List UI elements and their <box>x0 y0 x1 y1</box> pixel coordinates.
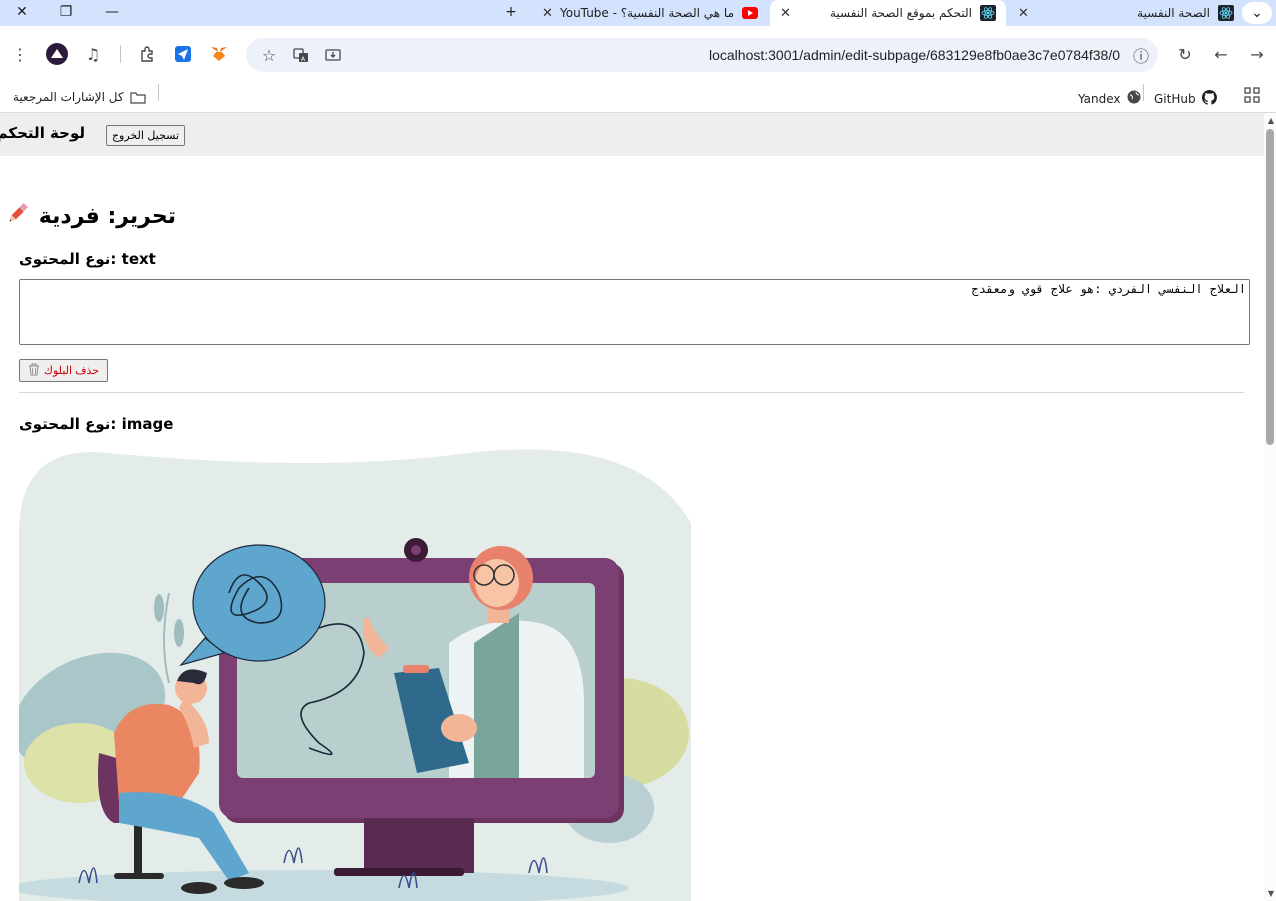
address-bar[interactable]: ☆ A localhost:3001/admin/edit-subpage/68… <box>246 38 1158 72</box>
page-scrollbar[interactable]: ▲ ▼ <box>1264 113 1276 901</box>
pencil-icon <box>5 200 31 232</box>
scrollbar-thumb[interactable] <box>1266 129 1274 445</box>
trash-icon <box>28 363 40 379</box>
bookmarks-bar: كل الإشارات المرجعية Yandex GitHub <box>0 82 1276 113</box>
block-type-label: نوع المحتوى: image <box>19 415 174 433</box>
toolbar: ⋮ ♫ ☆ A localhost:3001/admin/edit-subpag… <box>0 26 1276 82</box>
media-control-icon[interactable]: ♫ <box>82 43 104 65</box>
react-icon <box>980 5 996 21</box>
admin-title: لوحة التحكم <box>0 124 85 142</box>
all-bookmarks[interactable]: كل الإشارات المرجعية <box>13 90 146 104</box>
url-text: localhost:3001/admin/edit-subpage/683129… <box>708 47 1120 63</box>
folder-icon <box>129 91 146 104</box>
close-tab-icon[interactable]: ✕ <box>780 6 791 21</box>
logout-button[interactable]: تسجيل الخروج <box>106 125 185 146</box>
block-content-textarea[interactable]: العلاج النفسي الفردي :هو علاج قوي ومعقدج <box>19 279 1250 345</box>
extensions-icon[interactable] <box>136 43 158 65</box>
react-icon <box>1218 5 1234 21</box>
youtube-icon <box>742 5 758 21</box>
apps-grid-icon[interactable] <box>1244 87 1260 103</box>
minimize-window-icon[interactable]: — <box>90 0 134 24</box>
install-app-icon[interactable] <box>322 44 344 66</box>
metamask-icon[interactable] <box>208 43 230 65</box>
page-content: لوحة التحكم تسجيل الخروج تحرير: فردية نو… <box>0 113 1264 901</box>
translate-icon[interactable]: A <box>290 44 312 66</box>
tab-mental-health[interactable]: الصحة النفسية ✕ <box>1008 0 1244 26</box>
scroll-up-icon[interactable]: ▲ <box>1268 116 1274 125</box>
close-tab-icon[interactable]: ✕ <box>542 6 553 21</box>
toolbar-divider <box>120 45 121 63</box>
reload-icon[interactable]: ↻ <box>1174 43 1196 65</box>
tab-youtube[interactable]: ما هي الصحة النفسية؟ - YouTube ✕ <box>532 0 768 26</box>
github-icon <box>1201 90 1217 108</box>
extension-send-icon[interactable] <box>172 43 194 65</box>
bookmarks-divider <box>158 84 159 101</box>
restore-window-icon[interactable]: ❐ <box>44 0 88 24</box>
globe-icon <box>1127 90 1141 107</box>
new-tab-icon[interactable]: + <box>489 0 533 24</box>
browser-chrome: ✕ ❐ — + ما هي الصحة النفسية؟ - YouTube ✕… <box>0 0 1276 113</box>
site-info-icon[interactable]: ⓘ <box>1130 44 1152 66</box>
menu-dots-icon[interactable]: ⋮ <box>9 43 31 65</box>
back-icon[interactable]: ← <box>1210 43 1232 65</box>
close-tab-icon[interactable]: ✕ <box>1018 6 1029 21</box>
admin-header: لوحة التحكم تسجيل الخروج <box>0 113 1264 156</box>
bookmark-yandex[interactable]: Yandex <box>1078 90 1141 107</box>
delete-block-button[interactable]: حذف البلوك <box>19 359 108 382</box>
tab-search-icon[interactable]: ⌄ <box>1242 2 1272 24</box>
tab-admin[interactable]: التحكم بموقع الصحة النفسية ✕ <box>770 0 1006 26</box>
edit-page-title: تحرير: فردية <box>5 200 176 232</box>
block-type-label: نوع المحتوى: text <box>19 250 156 268</box>
bookmarks-divider <box>1143 84 1144 101</box>
close-window-icon[interactable]: ✕ <box>0 0 44 24</box>
profile-avatar[interactable] <box>46 43 68 65</box>
tab-strip: ✕ ❐ — + ما هي الصحة النفسية؟ - YouTube ✕… <box>0 0 1276 26</box>
bookmark-github[interactable]: GitHub <box>1154 90 1217 108</box>
block-divider <box>19 392 1244 393</box>
bookmark-star-icon[interactable]: ☆ <box>258 44 280 66</box>
block-image <box>9 443 691 901</box>
forward-icon[interactable]: → <box>1246 43 1268 65</box>
scroll-down-icon[interactable]: ▼ <box>1268 889 1274 898</box>
